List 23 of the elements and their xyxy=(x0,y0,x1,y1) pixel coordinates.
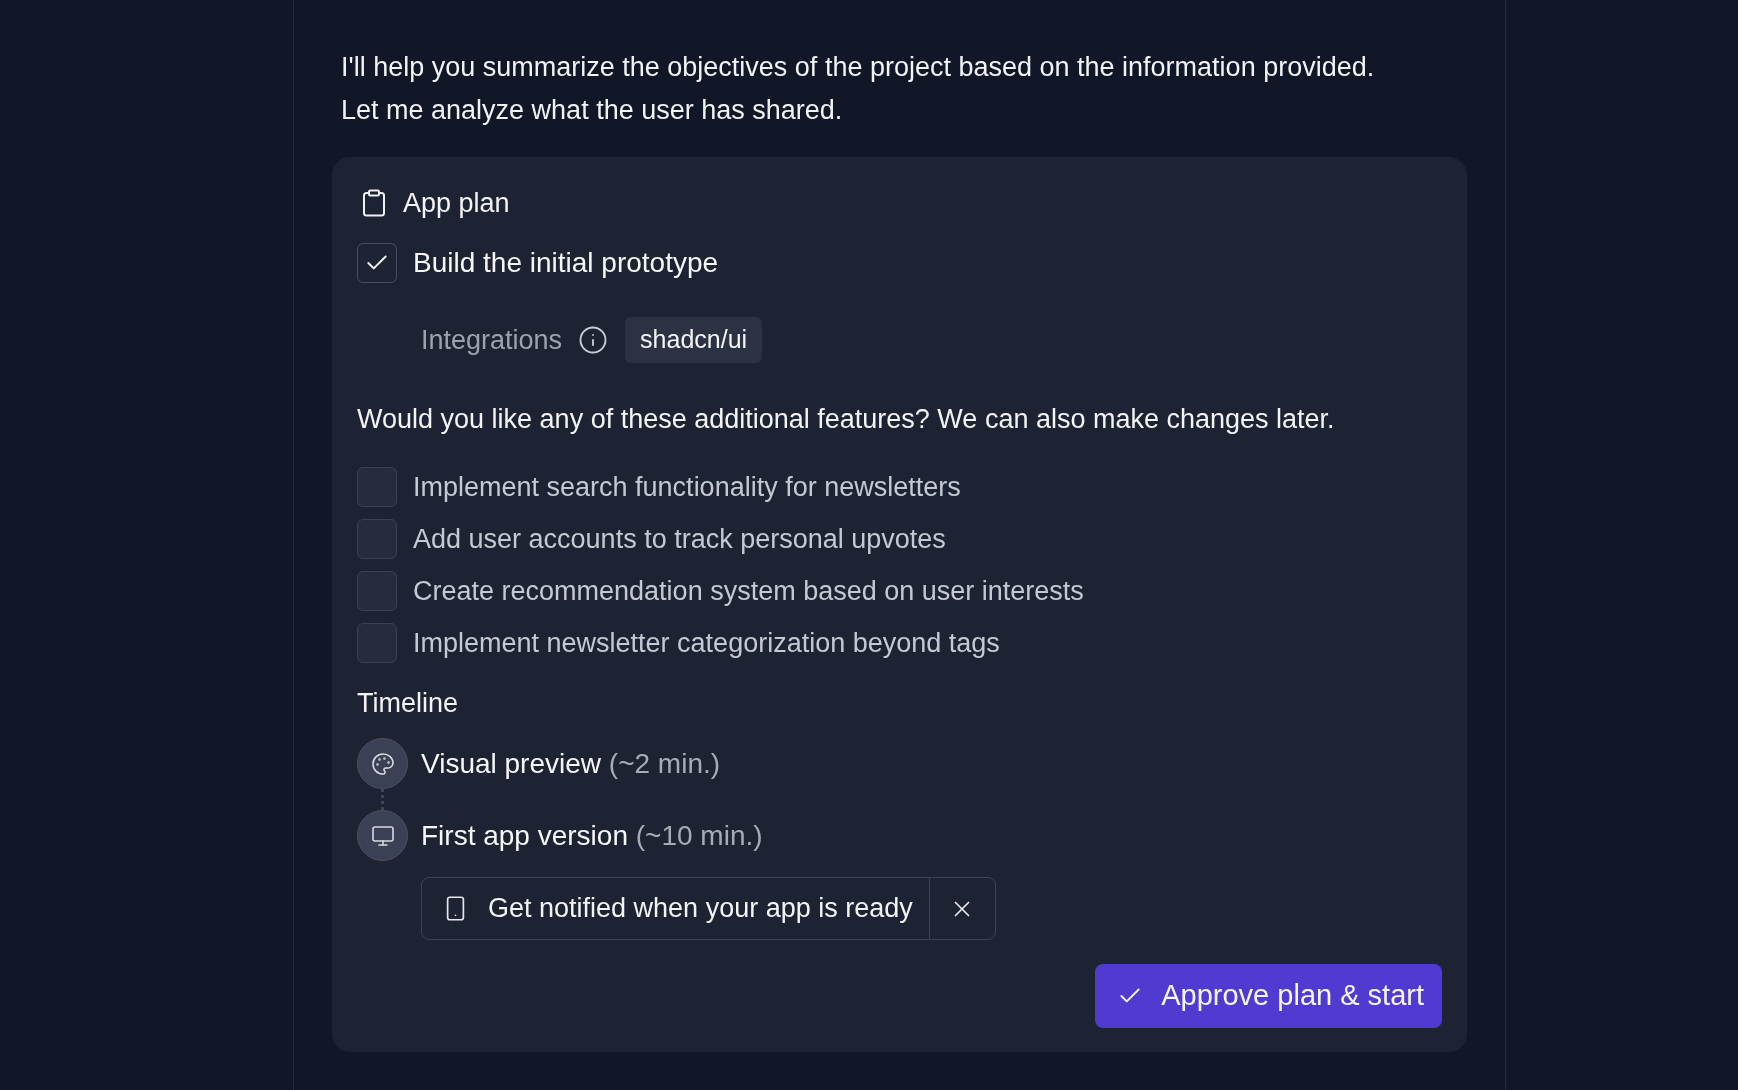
integrations-label: Integrations xyxy=(421,323,563,357)
feature-label: Add user accounts to track personal upvotes xyxy=(413,522,946,556)
timeline-title: Timeline xyxy=(357,686,460,720)
checkbox[interactable] xyxy=(357,519,397,559)
step-text: Visual preview (~2 min.) xyxy=(421,746,721,781)
feature-label: Implement newsletter categorization beyond tags xyxy=(413,626,1000,660)
feature-label: Create recommendation system based on user interests xyxy=(413,574,1084,608)
integration-badge: shadcn/ui xyxy=(625,317,763,363)
message-text: I'll help you summarize the objectives of the project based on the information provided. Let me analyze what the user has shared. xyxy=(341,51,1376,127)
checkbox[interactable] xyxy=(357,243,397,283)
monitor-icon xyxy=(357,810,408,861)
task-label: Build the initial prototype xyxy=(413,246,719,280)
step-text: First app version (~10 min.) xyxy=(421,818,763,853)
plan-title: App plan xyxy=(403,186,510,220)
palette-icon xyxy=(357,738,408,789)
checkbox[interactable] xyxy=(357,571,397,611)
checkbox[interactable] xyxy=(357,623,397,663)
approve-button[interactable]: Approve plan & start xyxy=(1095,964,1442,1028)
notify-button[interactable]: Get notified when your app is ready xyxy=(422,878,929,939)
info-icon xyxy=(578,325,609,355)
feature-label: Implement search functionality for newsletters xyxy=(413,470,961,504)
question-text: Would you like any of these additional features? We can also make changes later. xyxy=(357,403,1336,436)
checkbox[interactable] xyxy=(357,467,397,507)
